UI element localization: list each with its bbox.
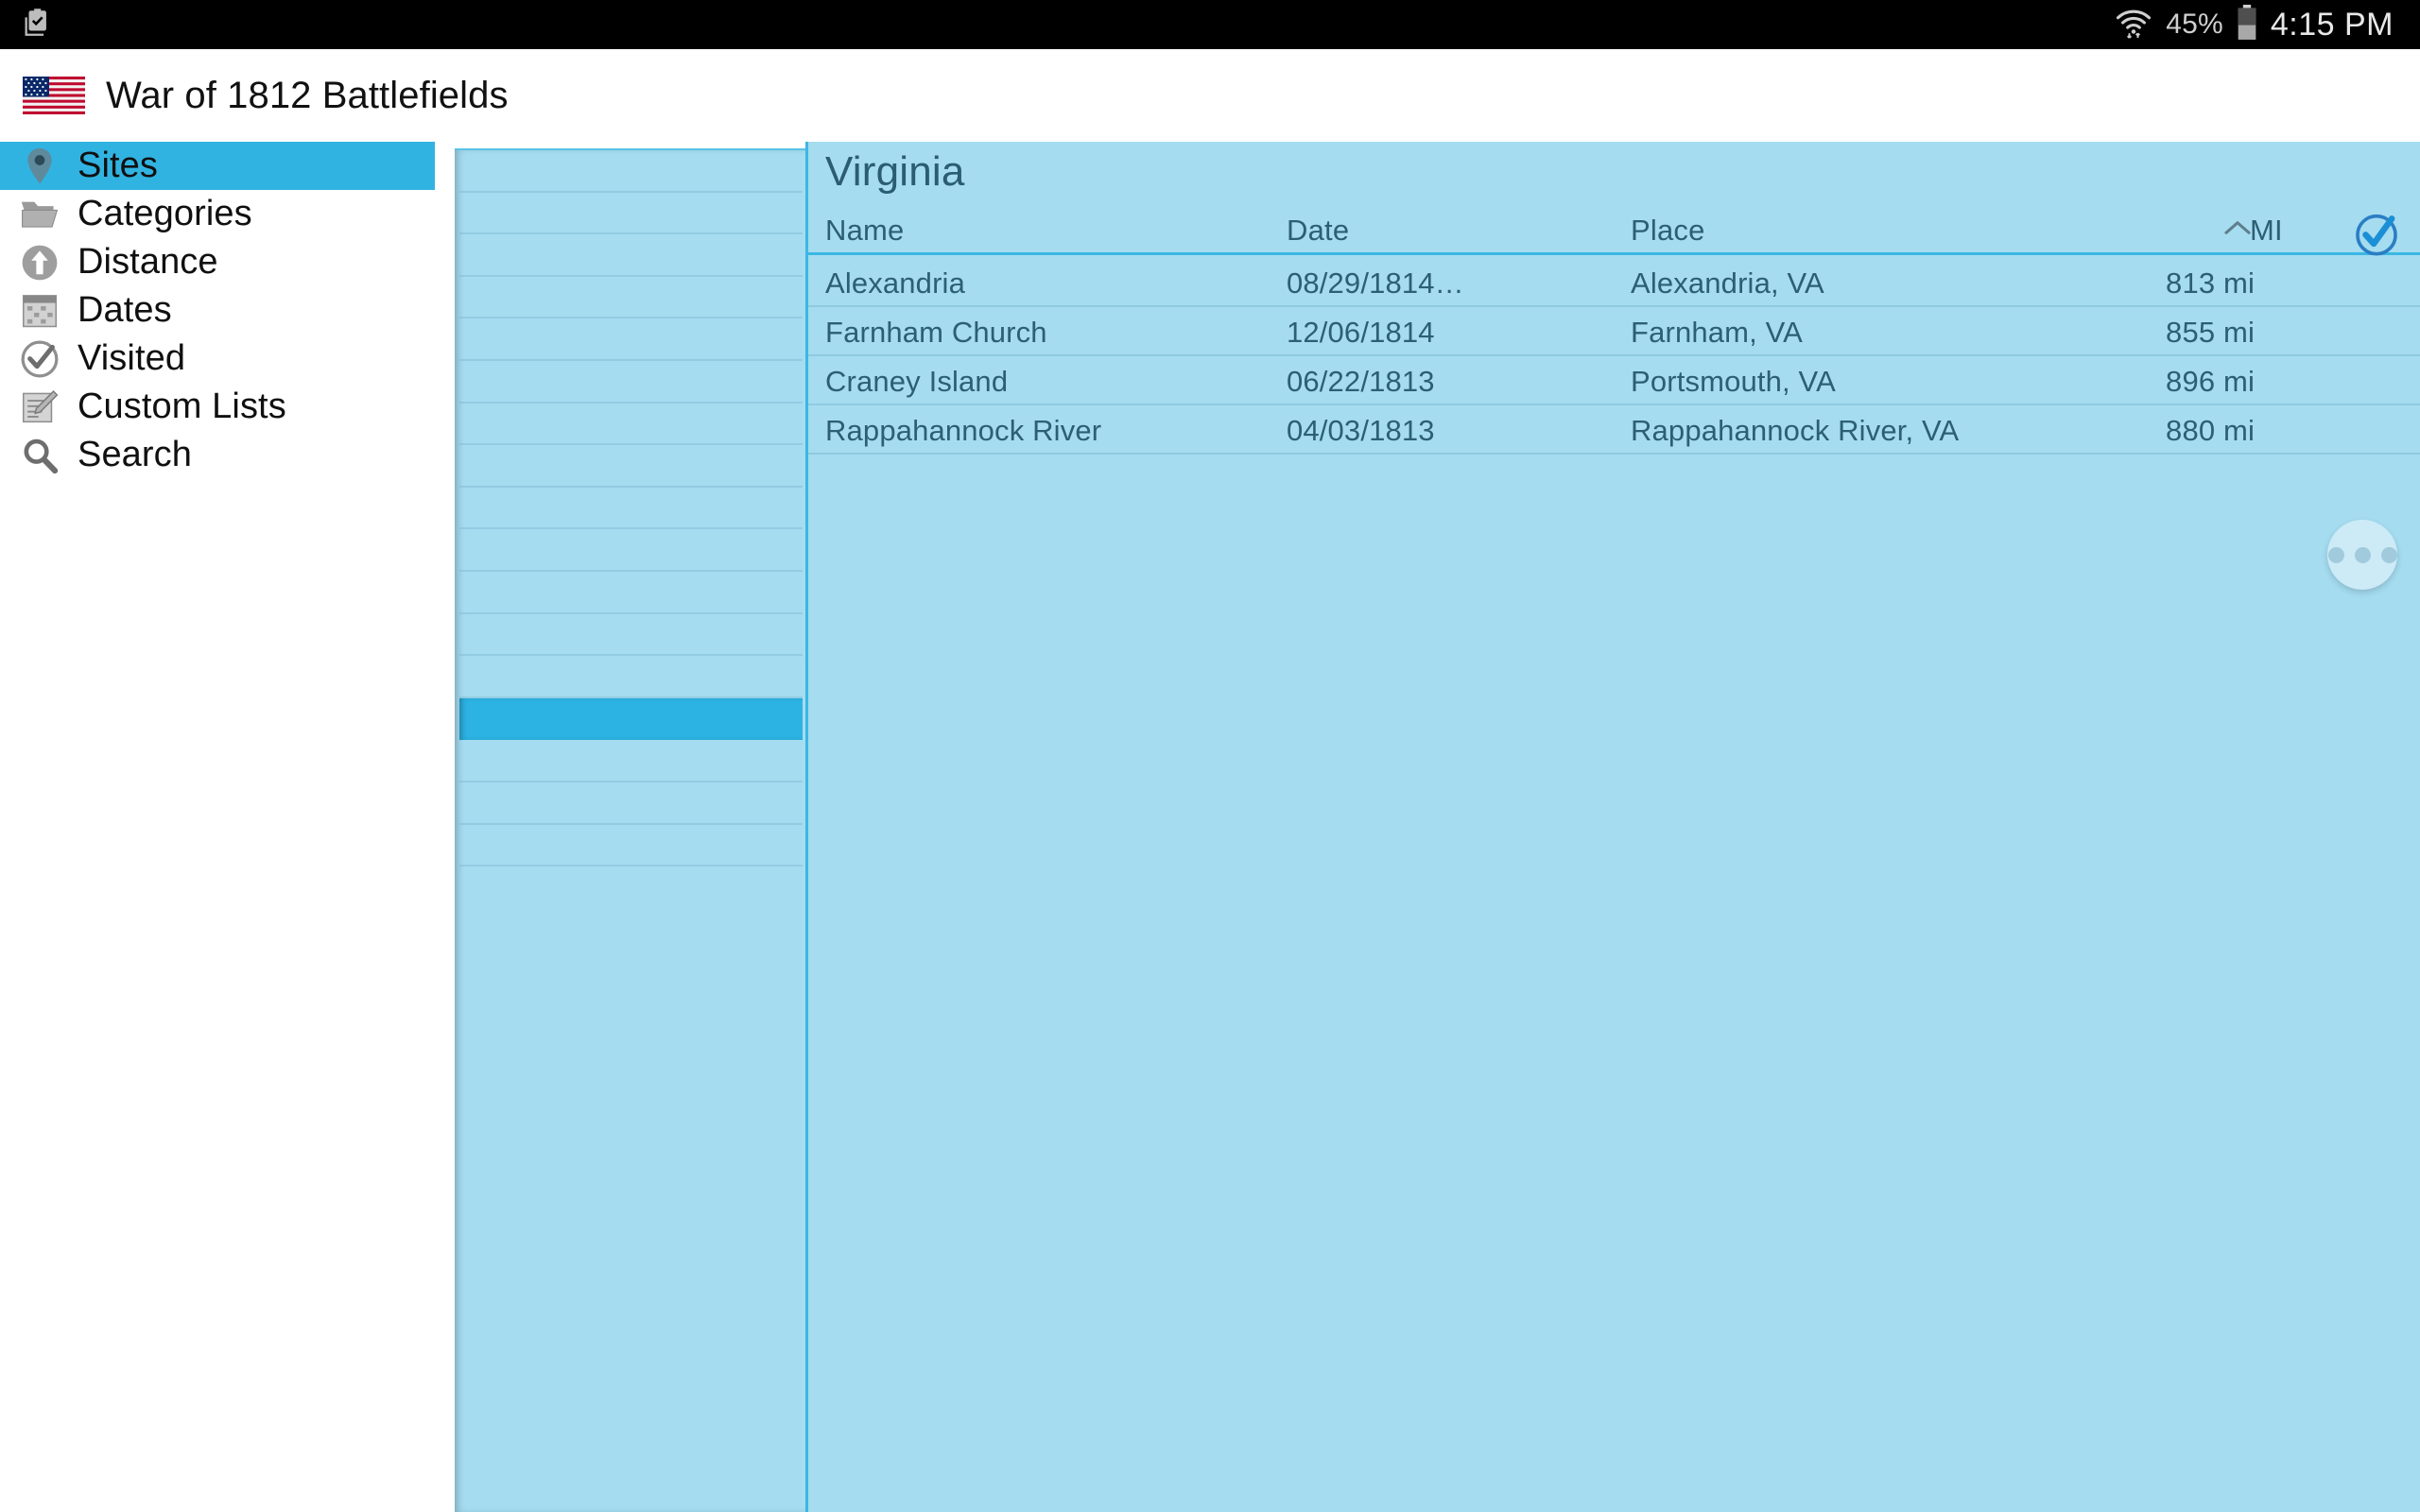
sidebar-item-dates[interactable]: Dates bbox=[0, 286, 435, 335]
check-circle-icon bbox=[17, 337, 62, 381]
site-place: Rappahannock River, VA bbox=[1631, 414, 1960, 447]
edit-list-icon bbox=[17, 386, 62, 429]
site-place: Alexandria, VA bbox=[1631, 266, 1824, 300]
state-list-item[interactable] bbox=[459, 909, 803, 952]
main-content: Virginia Name Date Place MI Alexandria 08… bbox=[805, 142, 2420, 1512]
state-list-item[interactable] bbox=[459, 867, 803, 909]
battery-icon bbox=[2237, 4, 2257, 45]
status-bar-right: 45% 4:15 PM bbox=[2115, 4, 2420, 45]
sidebar-item-label: Sites bbox=[78, 146, 158, 185]
state-list-item[interactable] bbox=[459, 150, 803, 193]
status-bar-clock: 4:15 PM bbox=[2270, 6, 2394, 43]
site-date: 04/03/1813 bbox=[1287, 414, 1435, 447]
search-icon bbox=[17, 434, 62, 477]
state-list-panel[interactable] bbox=[455, 148, 805, 1512]
calendar-icon bbox=[17, 289, 62, 333]
page-title: War of 1812 Battlefields bbox=[106, 74, 509, 116]
sidebar-item-label: Dates bbox=[78, 290, 172, 330]
site-name: Alexandria bbox=[825, 266, 965, 300]
dot bbox=[2380, 546, 2397, 563]
sidebar-item-label: Distance bbox=[78, 242, 218, 282]
sidebar-item-label: Visited bbox=[78, 338, 186, 378]
us-flag-icon bbox=[23, 77, 85, 114]
select-all-check-icon[interactable] bbox=[2351, 209, 2402, 260]
table-row[interactable]: Alexandria 08/29/1814… Alexandria, VA 813 m… bbox=[808, 258, 2420, 307]
state-list-item[interactable] bbox=[459, 572, 803, 614]
table-row[interactable]: Farnham Church 12/06/1814 Farnham, VA 855 m… bbox=[808, 307, 2420, 356]
site-distance: 896 mi bbox=[2166, 365, 2255, 398]
site-place: Farnham, VA bbox=[1631, 316, 1803, 349]
state-list-item[interactable] bbox=[459, 361, 803, 404]
sidebar-item-sites[interactable]: Sites bbox=[0, 142, 435, 190]
state-list-item[interactable] bbox=[459, 404, 803, 446]
column-header-date[interactable]: Date bbox=[1287, 214, 1349, 248]
status-bar: 45% 4:15 PM bbox=[0, 0, 2420, 49]
sidebar-item-label: Categories bbox=[78, 194, 252, 233]
sidebar-item-distance[interactable]: Distance bbox=[0, 238, 435, 286]
column-header-mi[interactable]: MI bbox=[2250, 214, 2283, 248]
dot bbox=[2354, 546, 2371, 563]
table-row[interactable]: Rappahannock River 04/03/1813 Rappahannock… bbox=[808, 405, 2420, 455]
chevron-up-icon bbox=[2223, 219, 2252, 236]
state-list-item[interactable] bbox=[459, 445, 803, 488]
clipboard-check-icon bbox=[21, 7, 53, 43]
state-list-item[interactable] bbox=[459, 740, 803, 782]
status-bar-left bbox=[0, 7, 53, 43]
state-title: Virginia bbox=[825, 148, 965, 195]
state-list-item[interactable] bbox=[459, 488, 803, 530]
state-list-item-selected[interactable] bbox=[459, 697, 803, 741]
site-name: Craney Island bbox=[825, 365, 1009, 398]
state-list-item[interactable] bbox=[459, 234, 803, 277]
site-date: 08/29/1814… bbox=[1287, 266, 1464, 300]
site-distance: 855 mi bbox=[2166, 316, 2255, 349]
app-bar: War of 1812 Battlefields bbox=[0, 49, 2420, 142]
column-header-place[interactable]: Place bbox=[1631, 214, 1705, 248]
table-body: Alexandria 08/29/1814… Alexandria, VA 813 m… bbox=[808, 258, 2420, 455]
state-list-item[interactable] bbox=[459, 529, 803, 572]
table-header: Name Date Place MI bbox=[808, 206, 2420, 256]
more-horizontal-icon[interactable] bbox=[2327, 520, 2397, 590]
dot bbox=[2327, 546, 2344, 563]
state-list-item[interactable] bbox=[459, 614, 803, 657]
state-list-item[interactable] bbox=[459, 318, 803, 361]
column-header-name[interactable]: Name bbox=[825, 214, 905, 248]
sidebar: Sites Categories Distance Dates Visited … bbox=[0, 142, 455, 1512]
state-list-item[interactable] bbox=[459, 656, 803, 698]
wifi-icon bbox=[2115, 6, 2152, 44]
site-name: Farnham Church bbox=[825, 316, 1047, 349]
map-pin-icon bbox=[17, 145, 62, 188]
sidebar-item-categories[interactable]: Categories bbox=[0, 190, 435, 238]
sidebar-item-label: Custom Lists bbox=[78, 387, 286, 426]
sidebar-item-visited[interactable]: Visited bbox=[0, 335, 435, 383]
state-list-item[interactable] bbox=[459, 825, 803, 868]
arrow-up-circle-icon bbox=[17, 241, 62, 284]
site-name: Rappahannock River bbox=[825, 414, 1102, 447]
site-distance: 880 mi bbox=[2166, 414, 2255, 447]
site-date: 06/22/1813 bbox=[1287, 365, 1435, 398]
state-list-item[interactable] bbox=[459, 277, 803, 319]
sidebar-item-search[interactable]: Search bbox=[0, 431, 435, 479]
site-place: Portsmouth, VA bbox=[1631, 365, 1836, 398]
state-list-item[interactable] bbox=[459, 193, 803, 235]
table-row[interactable]: Craney Island 06/22/1813 Portsmouth, VA 896… bbox=[808, 356, 2420, 405]
folder-icon bbox=[17, 193, 62, 236]
state-list-item[interactable] bbox=[459, 782, 803, 825]
battery-percent-label: 45% bbox=[2166, 9, 2223, 40]
sidebar-item-label: Search bbox=[78, 435, 193, 474]
site-distance: 813 mi bbox=[2166, 266, 2255, 300]
sidebar-item-custom-lists[interactable]: Custom Lists bbox=[0, 383, 435, 431]
site-date: 12/06/1814 bbox=[1287, 316, 1435, 349]
